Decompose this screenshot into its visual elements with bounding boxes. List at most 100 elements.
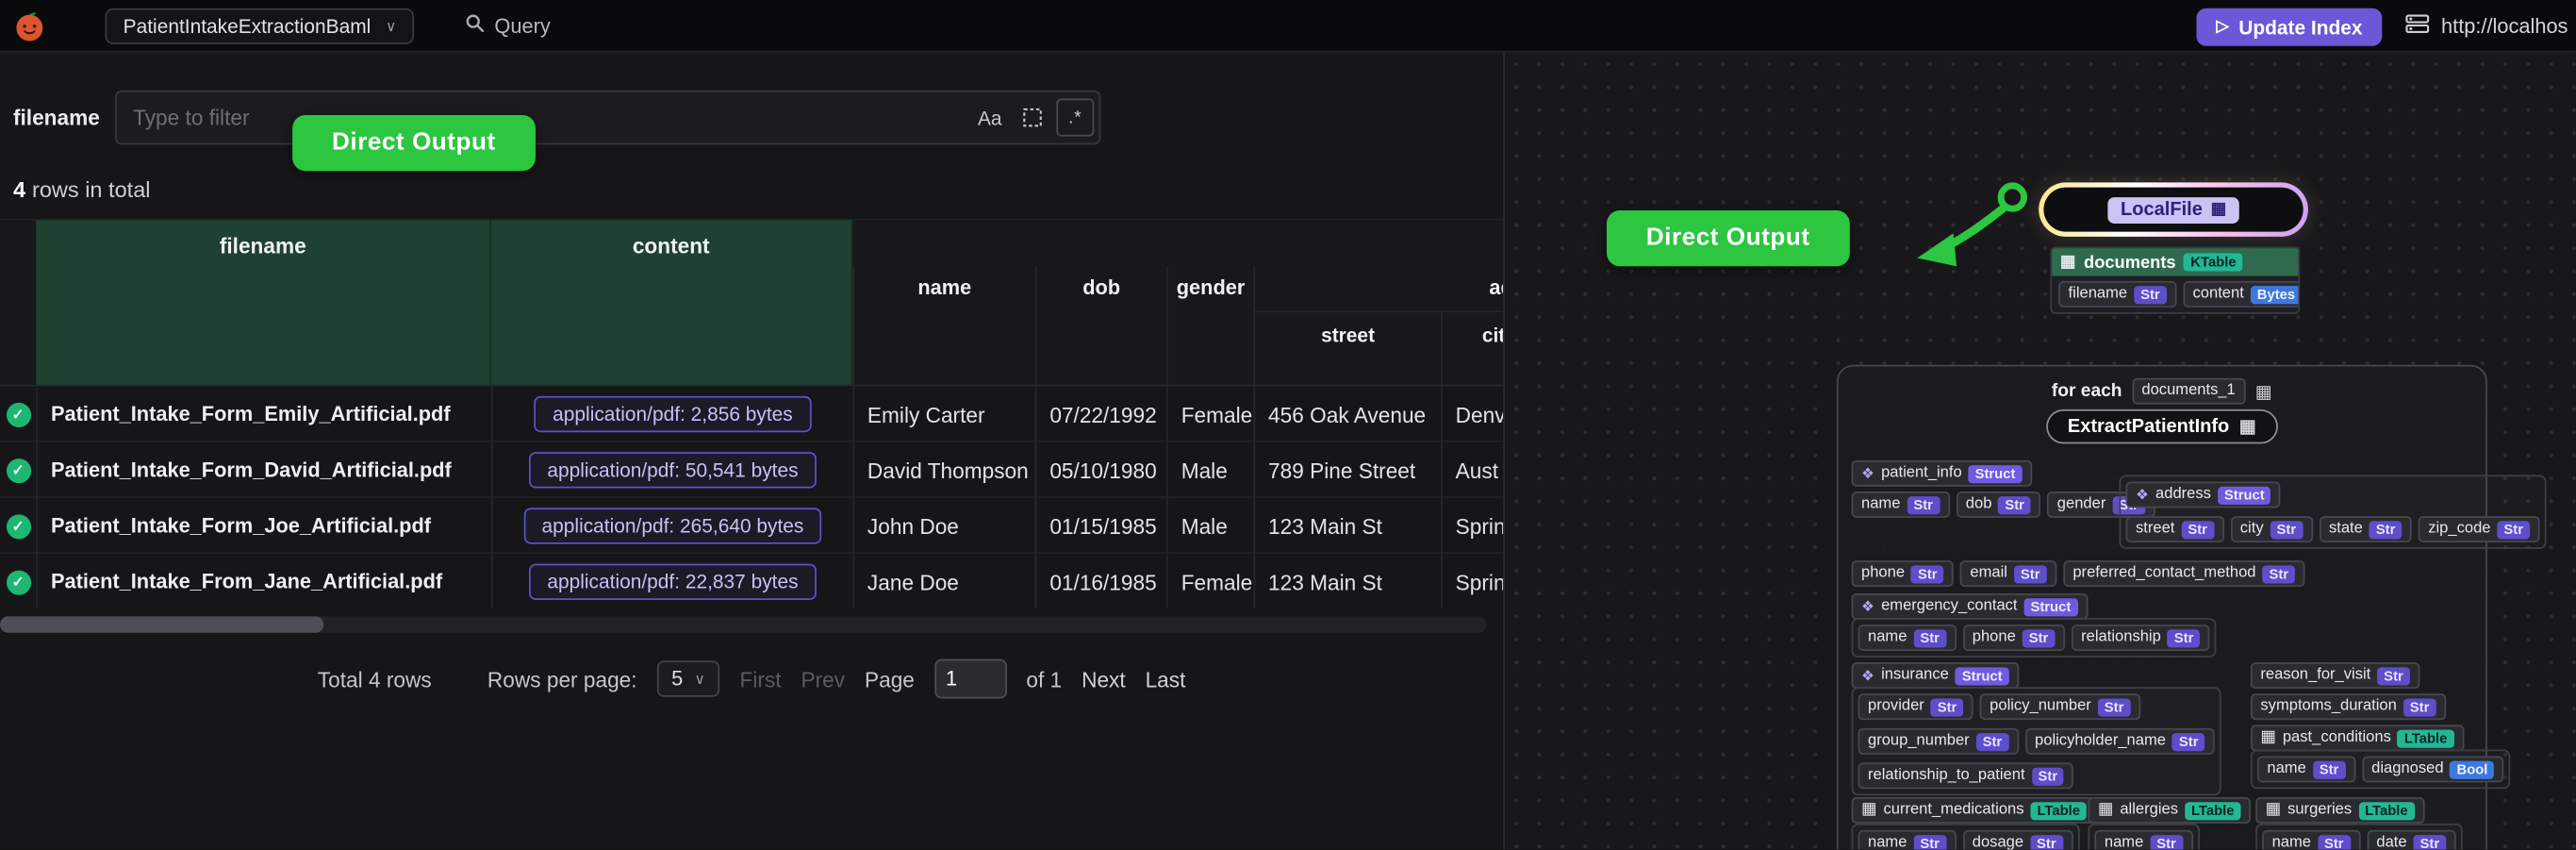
field-chip[interactable]: dosageStr	[1962, 830, 2072, 850]
field-chip[interactable]: nameStr	[1852, 492, 1950, 518]
field-chip[interactable]: dateStr	[2367, 830, 2456, 850]
field-chip[interactable]: nameStr	[1858, 625, 1957, 651]
table-row[interactable]: ✓ Patient_Intake_Form_Emily_Artificial.p…	[0, 386, 1503, 442]
col-header-dob: dob	[1035, 266, 1166, 384]
play-icon: ▷	[2216, 18, 2228, 36]
table-row[interactable]: ✓ Patient_Intake_Form_David_Artificial.p…	[0, 442, 1503, 498]
table-icon: ▦	[2266, 801, 2281, 821]
field-chip[interactable]: providerStr	[1858, 693, 1973, 720]
field-label: name	[2272, 833, 2311, 849]
table-icon: ▦	[2098, 801, 2113, 821]
field-chip[interactable]: preferred_contact_methodStr	[2063, 560, 2305, 587]
field-label: date	[2376, 833, 2406, 849]
col-header-city: city	[1441, 312, 1503, 385]
content-type-badge[interactable]: application/pdf: 22,837 bytes	[529, 564, 817, 600]
update-index-button[interactable]: ▷ Update Index	[2196, 8, 2382, 46]
table-group-chip[interactable]: ▦current_medicationsLTable	[1852, 797, 2097, 824]
documents-table-node[interactable]: ▦ documents KTable filenameStr contentBy…	[2050, 246, 2300, 313]
type-badge: Struct	[1956, 667, 2009, 685]
field-chip[interactable]: symptoms_durationStr	[2251, 693, 2446, 720]
field-chip[interactable]: policyholder_nameStr	[2025, 728, 2215, 755]
foreach-arg-chip[interactable]: documents_1	[2132, 378, 2245, 405]
server-url[interactable]: http://localhos	[2405, 13, 2568, 40]
field-label: past_conditions	[2283, 728, 2391, 748]
cell-filename: Patient_Intake_From_Jane_Artificial.pdf	[36, 554, 491, 608]
field-chip[interactable]: dobStr	[1956, 492, 2040, 518]
update-index-label: Update Index	[2238, 16, 2362, 39]
direct-output-annotation-canvas: Direct Output	[1607, 210, 1849, 266]
field-chip[interactable]: contentBytes	[2183, 281, 2300, 308]
localfile-node[interactable]: LocalFile ▦	[2039, 182, 2308, 236]
field-chip[interactable]: nameStr	[1858, 830, 1957, 850]
field-label: name	[2105, 833, 2143, 849]
type-badge: LTable	[2358, 801, 2414, 819]
first-page-button[interactable]: First	[740, 667, 782, 692]
pagination-total: Total 4 rows	[318, 667, 432, 692]
field-chip[interactable]: reason_for_visitStr	[2251, 662, 2419, 689]
field-chip[interactable]: nameStr	[2257, 756, 2355, 782]
page-number-input[interactable]	[934, 659, 1007, 699]
type-badge: Bytes	[2251, 285, 2300, 303]
table-group-chip[interactable]: ▦ past_conditions LTable	[2251, 725, 2464, 751]
cell-gender: Male	[1166, 498, 1253, 554]
field-chip[interactable]: policy_numberStr	[1980, 693, 2140, 720]
extract-node[interactable]: ExtractPatientInfo ▦	[2046, 409, 2277, 444]
struct-group-chip[interactable]: ❖addressStruct	[2126, 481, 2282, 508]
documents-title: documents	[2084, 252, 2176, 272]
prev-page-button[interactable]: Prev	[801, 667, 846, 692]
match-case-icon[interactable]: Aa	[971, 99, 1009, 137]
field-label: phone	[1973, 628, 2016, 648]
content-type-badge[interactable]: application/pdf: 265,640 bytes	[523, 508, 821, 543]
struct-group-chip[interactable]: ❖insuranceStruct	[1852, 662, 2019, 689]
table-row[interactable]: ✓ Patient_Intake_From_Jane_Artificial.pd…	[0, 554, 1503, 608]
filter-input[interactable]	[117, 92, 971, 143]
field-chip[interactable]: phoneStr	[1852, 560, 1954, 587]
flow-canvas: Direct Output LocalFile ▦ ▦ documents KT…	[1503, 53, 2576, 850]
field-chip[interactable]: diagnosedBool	[2362, 756, 2504, 782]
rows-per-page-select[interactable]: 5 ∨	[656, 660, 719, 696]
regex-icon[interactable]: .*	[1056, 99, 1094, 137]
content-type-badge[interactable]: application/pdf: 2,856 bytes	[535, 396, 811, 432]
table-group-chip[interactable]: ▦surgeriesLTable	[2255, 797, 2424, 824]
table-row[interactable]: ✓ Patient_Intake_Form_Joe_Artificial.pdf…	[0, 498, 1503, 554]
query-tab[interactable]: Query	[465, 13, 551, 38]
type-badge: Str	[2150, 834, 2183, 850]
field-label: street	[2136, 520, 2174, 540]
field-label: relationship	[2081, 628, 2161, 648]
grid-icon: ▦	[2255, 380, 2272, 402]
field-chip[interactable]: stateStr	[2320, 516, 2412, 542]
field-chip[interactable]: nameStr	[2262, 830, 2360, 850]
field-label: provider	[1868, 697, 1924, 717]
scrollbar-thumb[interactable]	[0, 616, 323, 632]
col-header-address: address	[1253, 266, 1503, 312]
next-page-button[interactable]: Next	[1082, 667, 1126, 692]
type-badge: Struct	[1969, 464, 2023, 482]
struct-group-chip[interactable]: ❖emergency_contactStruct	[1852, 593, 2088, 620]
field-chip[interactable]: relationshipStr	[2072, 625, 2210, 651]
field-chip[interactable]: name Str	[2094, 830, 2192, 850]
last-page-button[interactable]: Last	[1146, 667, 1186, 692]
cell-dob: 07/22/1992	[1035, 386, 1166, 442]
type-badge: Str	[1911, 564, 1944, 582]
header-spacer	[852, 220, 1503, 266]
match-cell-icon[interactable]	[1014, 99, 1051, 137]
type-badge: LTable	[2398, 729, 2453, 747]
struct-group-chip[interactable]: ❖patient_infoStruct	[1852, 460, 2032, 487]
field-chip[interactable]: filenameStr	[2058, 281, 2176, 308]
project-selector[interactable]: PatientIntakeExtractionBaml ∨	[106, 8, 415, 44]
table-group-chip[interactable]: ▦allergiesLTable	[2088, 797, 2250, 824]
field-chip[interactable]: relationship_to_patientStr	[1858, 762, 2074, 789]
field-chip[interactable]: phoneStr	[1962, 625, 2064, 651]
field-chip[interactable]: group_numberStr	[1858, 728, 2019, 755]
content-type-badge[interactable]: application/pdf: 50,541 bytes	[529, 452, 817, 488]
cell-street: 123 Main St	[1253, 554, 1441, 608]
field-chip[interactable]: zip_codeStr	[2419, 516, 2540, 542]
type-badge: Str	[1907, 495, 1940, 513]
ktable-badge: KTable	[2184, 253, 2242, 271]
field-label: reason_for_visit	[2260, 666, 2370, 686]
field-label: policy_number	[1990, 697, 2091, 717]
field-chip[interactable]: cityStr	[2230, 516, 2312, 542]
field-chip[interactable]: emailStr	[1960, 560, 2056, 587]
field-chip[interactable]: streetStr	[2126, 516, 2224, 542]
table-icon: ▦	[2260, 728, 2275, 748]
